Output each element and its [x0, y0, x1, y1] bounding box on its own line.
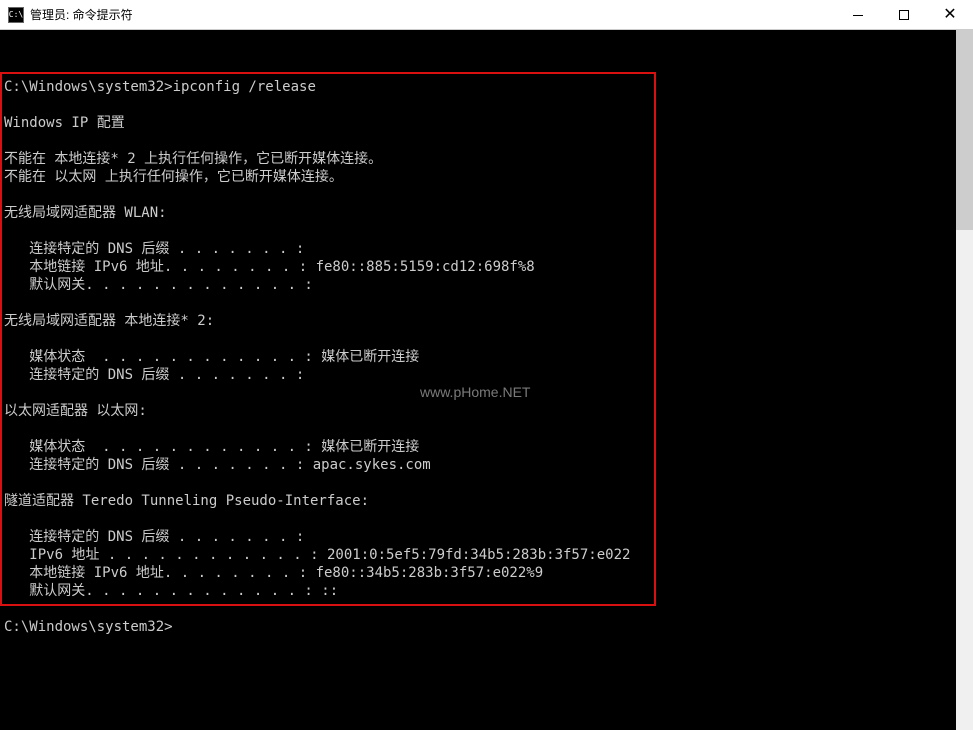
terminal-output: C:\Windows\system32>ipconfig /release Wi… [4, 78, 630, 636]
output-line: 本地链接 IPv6 地址. . . . . . . . : fe80::885:… [4, 259, 535, 275]
close-icon: ✕ [943, 7, 956, 23]
terminal-area[interactable]: C:\Windows\system32>ipconfig /release Wi… [0, 30, 973, 730]
prompt: C:\Windows\system32> [4, 79, 173, 95]
output-line: 本地链接 IPv6 地址. . . . . . . . : fe80::34b5… [4, 565, 543, 581]
maximize-button[interactable] [881, 0, 927, 30]
output-line: 不能在 本地连接* 2 上执行任何操作，它已断开媒体连接。 [4, 151, 382, 167]
cmd-icon-text: C:\ [9, 10, 23, 19]
output-line: 连接特定的 DNS 后缀 . . . . . . . : apac.sykes.… [4, 457, 431, 473]
close-button[interactable]: ✕ [927, 0, 973, 30]
output-line: 不能在 以太网 上执行任何操作，它已断开媒体连接。 [4, 169, 343, 185]
adapter-header: 以太网适配器 以太网: [4, 403, 147, 419]
adapter-header: 隧道适配器 Teredo Tunneling Pseudo-Interface: [4, 493, 369, 509]
output-line: 连接特定的 DNS 后缀 . . . . . . . : [4, 241, 304, 257]
vertical-scrollbar[interactable] [956, 30, 973, 730]
window-titlebar: C:\ 管理员: 命令提示符 ✕ [0, 0, 973, 30]
output-line: 连接特定的 DNS 后缀 . . . . . . . : [4, 367, 304, 383]
prompt: C:\Windows\system32> [4, 619, 173, 635]
scrollbar-thumb[interactable] [956, 30, 973, 230]
watermark-phome: www.pHome.NET [420, 384, 530, 400]
output-line: 媒体状态 . . . . . . . . . . . . : 媒体已断开连接 [4, 349, 419, 365]
output-line: IPv6 地址 . . . . . . . . . . . . : 2001:0… [4, 547, 630, 563]
adapter-header: 无线局域网适配器 WLAN: [4, 205, 167, 221]
maximize-icon [899, 10, 909, 20]
adapter-header: 无线局域网适配器 本地连接* 2: [4, 313, 214, 329]
output-line: 连接特定的 DNS 后缀 . . . . . . . : [4, 529, 304, 545]
minimize-button[interactable] [835, 0, 881, 30]
output-line: 默认网关. . . . . . . . . . . . . : [4, 277, 313, 293]
output-line: 默认网关. . . . . . . . . . . . . : :: [4, 583, 338, 599]
output-line: 媒体状态 . . . . . . . . . . . . : 媒体已断开连接 [4, 439, 419, 455]
cmd-icon: C:\ [8, 7, 24, 23]
output-heading: Windows IP 配置 [4, 115, 125, 131]
window-controls: ✕ [835, 0, 973, 30]
minimize-icon [853, 15, 863, 16]
window-title: 管理员: 命令提示符 [30, 6, 133, 23]
command-input: ipconfig /release [173, 79, 316, 95]
